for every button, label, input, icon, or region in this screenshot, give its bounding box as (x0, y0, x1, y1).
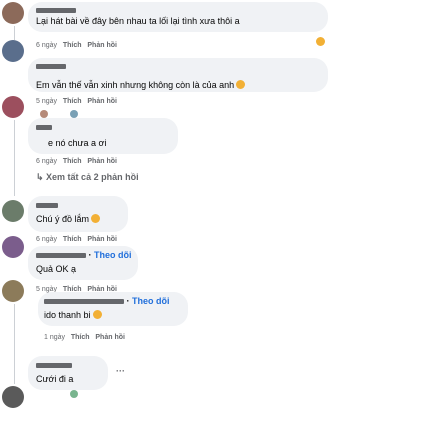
comment-meta: 1 ngày Thích Phản hồi (44, 334, 125, 341)
comment-text: Quả OK ạ (36, 264, 77, 274)
like-button[interactable]: Thích (63, 98, 82, 105)
commenter-name[interactable]: · Theo dõi (44, 296, 170, 306)
avatar (70, 110, 78, 118)
comment-text: Cưới đi a (36, 374, 74, 384)
avatar[interactable] (2, 2, 24, 24)
avatar[interactable] (2, 200, 24, 222)
reply-button[interactable]: Phản hồi (87, 98, 117, 105)
comment-text: Chú ý đồ lắm (36, 214, 101, 224)
avatar[interactable] (2, 280, 24, 302)
avatar (70, 390, 78, 398)
reply-arrow-icon: ↳ (36, 172, 47, 182)
comment-time: 5 ngày (36, 98, 58, 105)
comment-time: 6 ngày (36, 42, 58, 49)
avatar[interactable] (2, 386, 24, 408)
thread-line (14, 120, 15, 196)
commenter-name[interactable] (36, 200, 58, 210)
comment-text: ido thanh bi (44, 310, 102, 320)
emoji-icon (92, 310, 102, 319)
emoji-icon (316, 37, 325, 46)
thread-line (14, 304, 15, 384)
comment-time: 6 ngày (36, 236, 58, 243)
commenter-name[interactable] (36, 360, 72, 370)
reply-button[interactable]: Phản hồi (87, 158, 117, 165)
avatar[interactable] (2, 40, 24, 62)
reply-button[interactable]: Phản hồi (87, 42, 117, 49)
comment-time: 1 ngày (44, 334, 66, 341)
commenter-name[interactable]: · Theo dõi (36, 250, 132, 260)
commenter-name[interactable] (36, 5, 76, 15)
comment-text: Lại hát bài về đây bên nhau ta lối lại t… (36, 16, 240, 26)
comment-time: 6 ngày (36, 158, 58, 165)
like-button[interactable]: Thích (63, 158, 82, 165)
comment-meta: 5 ngày Thích Phản hồi (36, 98, 117, 105)
view-replies-link[interactable]: ↳ Xem tất cả 2 phản hồi (36, 172, 139, 183)
more-options-icon[interactable]: ··· (116, 366, 125, 376)
emoji-icon (91, 214, 101, 223)
like-button[interactable]: Thích (63, 42, 82, 49)
comment-meta: 6 ngày Thích Phản hồi (36, 236, 117, 243)
like-button[interactable]: Thích (71, 334, 90, 341)
commenter-name[interactable] (36, 61, 66, 71)
comment-text: e nó chưa a ơi (48, 138, 107, 148)
reply-button[interactable]: Phản hồi (95, 334, 125, 341)
thread-line (14, 26, 15, 40)
like-button[interactable]: Thích (63, 236, 82, 243)
follow-button[interactable]: Theo dõi (132, 296, 170, 306)
comment-text: Em vẫn thế vẫn xinh nhưng không còn là c… (36, 80, 246, 90)
follow-button[interactable]: Theo dõi (94, 250, 132, 260)
comment-meta: 6 ngày Thích Phản hồi (36, 158, 117, 165)
commenter-name[interactable] (36, 122, 52, 132)
emoji-icon (236, 80, 246, 89)
avatar[interactable] (2, 236, 24, 258)
comment-meta: 6 ngày Thích Phản hồi (36, 42, 117, 49)
reply-button[interactable]: Phản hồi (87, 236, 117, 243)
avatar[interactable] (2, 96, 24, 118)
avatar (40, 110, 48, 118)
